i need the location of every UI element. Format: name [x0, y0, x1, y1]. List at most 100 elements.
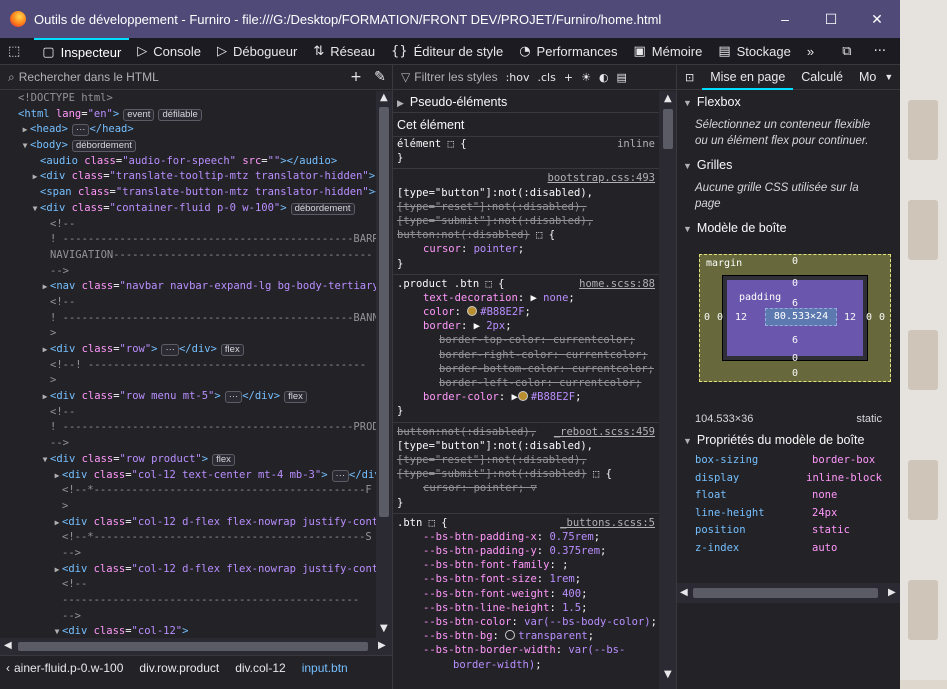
- declaration[interactable]: --bs-btn-bg: transparent;: [393, 629, 659, 643]
- breadcrumb-item[interactable]: div.col-12: [235, 661, 285, 675]
- tree-line[interactable]: <html lang="en"> event défilable: [0, 107, 376, 123]
- tree-line[interactable]: ----------------------------------------…: [0, 593, 376, 609]
- tree-line[interactable]: ▼ <div class="col-12">: [0, 624, 376, 638]
- tree-line[interactable]: ▶ <div class="col-12 text-center mt-4 mb-…: [0, 468, 376, 484]
- tab-reseau[interactable]: ⇅ Réseau: [305, 38, 383, 65]
- dock-button[interactable]: ⧉: [834, 38, 865, 65]
- margin-bottom-value[interactable]: 0: [792, 368, 798, 379]
- declaration[interactable]: cursor: pointer;: [393, 242, 659, 256]
- padding-left-value[interactable]: 12: [735, 312, 747, 323]
- boxmodel-section-header[interactable]: ▼ Modèle de boîte: [677, 216, 900, 240]
- border-top-value[interactable]: 0: [792, 278, 798, 289]
- tree-line[interactable]: <span class="translate-button-mtz transl…: [0, 185, 376, 201]
- tree-line[interactable]: >: [0, 326, 376, 342]
- declaration[interactable]: --bs-btn-color: var(--bs-body-color);: [393, 615, 659, 629]
- tree-line[interactable]: -->: [0, 546, 376, 562]
- tree-line[interactable]: <audio class="audio-for-speech" src=""><…: [0, 154, 376, 170]
- dark-scheme-icon[interactable]: ◐: [599, 71, 609, 84]
- margin-right-value[interactable]: 0: [879, 312, 885, 323]
- declaration[interactable]: --bs-btn-font-family: ;: [393, 558, 659, 572]
- tree-line[interactable]: ▶ <head> ··· </head>: [0, 122, 376, 138]
- declaration[interactable]: --bs-btn-padding-x: 0.75rem;: [393, 530, 659, 544]
- tabs-dropdown-icon[interactable]: ▼: [884, 72, 893, 82]
- add-node-button[interactable]: +: [344, 69, 368, 85]
- tree-line[interactable]: ! --------------------------------------…: [0, 311, 376, 327]
- tab-mise-en-page[interactable]: Mise en page: [702, 65, 794, 90]
- breadcrumb-item[interactable]: ainer-fluid.p-0.w-100: [14, 661, 123, 675]
- tab-console[interactable]: ▷ Console: [129, 38, 209, 65]
- declaration[interactable]: --bs-btn-padding-y: 0.375rem;: [393, 544, 659, 558]
- declaration[interactable]: border-color: ▶ #B88E2F;: [393, 390, 659, 404]
- tree-line[interactable]: NAVIGATION------------------------------…: [0, 248, 376, 264]
- tree-line[interactable]: ! --------------------------------------…: [0, 232, 376, 248]
- element-picker-button[interactable]: ⬚: [0, 38, 34, 65]
- tree-line[interactable]: ▼ <div class="container-fluid p-0 w-100">…: [0, 201, 376, 217]
- margin-left-value[interactable]: 0: [704, 312, 710, 323]
- styles-filter-input[interactable]: Filtrer les styles: [414, 70, 497, 84]
- tree-line[interactable]: <!--! ----------------------------------…: [0, 358, 376, 374]
- tree-line[interactable]: ▶ <div class="row menu mt-5"> ··· </div> fle…: [0, 389, 376, 405]
- tree-line[interactable]: >: [0, 499, 376, 515]
- search-input[interactable]: Rechercher dans le HTML: [19, 70, 344, 84]
- markup-vertical-scrollbar[interactable]: ▲ ▼: [376, 91, 392, 638]
- rule-selector[interactable]: .btn ⬚ {_buttons.scss:5: [393, 516, 659, 530]
- maximize-button[interactable]: ☐: [808, 11, 854, 28]
- tree-line[interactable]: ▶ <div class="translate-tooltip-mtz trans…: [0, 169, 376, 185]
- rule-source-link[interactable]: home.scss:88: [579, 277, 655, 291]
- tab-more[interactable]: Mo: [851, 65, 884, 90]
- hov-toggle[interactable]: :hov: [506, 71, 530, 84]
- breadcrumb-item[interactable]: div.row.product: [139, 661, 219, 675]
- tab-memoire[interactable]: ▣ Mémoire: [625, 38, 710, 65]
- flexbox-section-header[interactable]: ▼ Flexbox: [677, 90, 900, 114]
- border-bottom-value[interactable]: 0: [792, 353, 798, 364]
- rule-source-link[interactable]: _buttons.scss:5: [560, 516, 655, 530]
- tab-performances[interactable]: ◔ Performances: [511, 38, 625, 65]
- declaration[interactable]: --bs-btn-line-height: 1.5;: [393, 601, 659, 615]
- tab-editeur-style[interactable]: {} Éditeur de style: [383, 38, 511, 65]
- declaration[interactable]: color: #B88E2F;: [393, 305, 659, 319]
- rule-selector[interactable]: [type="button"]:not(:disabled),: [393, 186, 659, 200]
- tab-calcule[interactable]: Calculé: [793, 65, 851, 90]
- layout-horizontal-scrollbar[interactable]: ◀ ▶: [677, 583, 900, 603]
- margin-top-value[interactable]: 0: [792, 256, 798, 267]
- tab-inspecteur[interactable]: ▢ Inspecteur: [34, 37, 130, 65]
- tree-line[interactable]: <!--: [0, 577, 376, 593]
- tree-line[interactable]: -->: [0, 609, 376, 625]
- padding-right-value[interactable]: 12: [844, 312, 856, 323]
- tree-line[interactable]: ▶ <nav class="navbar navbar-expand-lg bg-…: [0, 279, 376, 295]
- tree-line[interactable]: <!--: [0, 217, 376, 233]
- close-button[interactable]: ✕: [854, 11, 900, 28]
- minimize-button[interactable]: –: [762, 11, 808, 27]
- rules-vertical-scrollbar[interactable]: ▲ ▼: [659, 91, 677, 689]
- more-tools-button[interactable]: »: [799, 38, 822, 65]
- tree-line[interactable]: ! --------------------------------------…: [0, 420, 376, 436]
- border-left-value[interactable]: 0: [717, 312, 723, 323]
- tree-line[interactable]: ▼ <div class="row product"> flex: [0, 452, 376, 468]
- overridden-filter-icon[interactable]: ▽: [531, 482, 537, 494]
- tree-line[interactable]: <!--: [0, 295, 376, 311]
- tree-line[interactable]: ▼ <body> débordement: [0, 138, 376, 154]
- breadcrumb-item-current[interactable]: input.btn: [302, 661, 348, 675]
- declaration[interactable]: border: ▶ 2px;: [393, 319, 659, 333]
- rule-source-link[interactable]: bootstrap.css:493: [548, 171, 655, 185]
- grids-section-header[interactable]: ▼ Grilles: [677, 153, 900, 177]
- tree-line[interactable]: <!DOCTYPE html>: [0, 91, 376, 107]
- tree-line[interactable]: <!--*-----------------------------------…: [0, 483, 376, 499]
- markup-horizontal-scrollbar[interactable]: ◀ ▶: [0, 638, 392, 655]
- tree-line[interactable]: ▶ <div class="col-12 d-flex flex-nowrap j…: [0, 515, 376, 531]
- rule-selector[interactable]: .product .btn ⬚ {home.scss:88: [393, 277, 659, 291]
- rule-selector[interactable]: [type="button"]:not(:disabled),: [393, 439, 659, 453]
- cls-toggle[interactable]: .cls: [538, 71, 556, 84]
- declaration[interactable]: text-decoration: ▶ none;: [393, 291, 659, 305]
- toggle-sidebar-icon[interactable]: ⊡: [677, 65, 702, 90]
- print-simulation-icon[interactable]: ▤: [617, 71, 627, 84]
- eyedropper-button[interactable]: ✎: [368, 69, 392, 85]
- light-scheme-icon[interactable]: ☀: [581, 71, 591, 84]
- padding-top-value[interactable]: 6: [792, 298, 798, 309]
- declaration[interactable]: --bs-btn-border-width: var(--bs-: [393, 643, 659, 657]
- tab-debogueur[interactable]: ▷ Débogueur: [209, 38, 305, 65]
- breadcrumb-scroll-left[interactable]: ‹: [6, 661, 10, 675]
- pseudo-elements-header[interactable]: ▶ Pseudo-éléments: [393, 91, 659, 113]
- padding-bottom-value[interactable]: 6: [792, 335, 798, 346]
- tree-line[interactable]: -->: [0, 436, 376, 452]
